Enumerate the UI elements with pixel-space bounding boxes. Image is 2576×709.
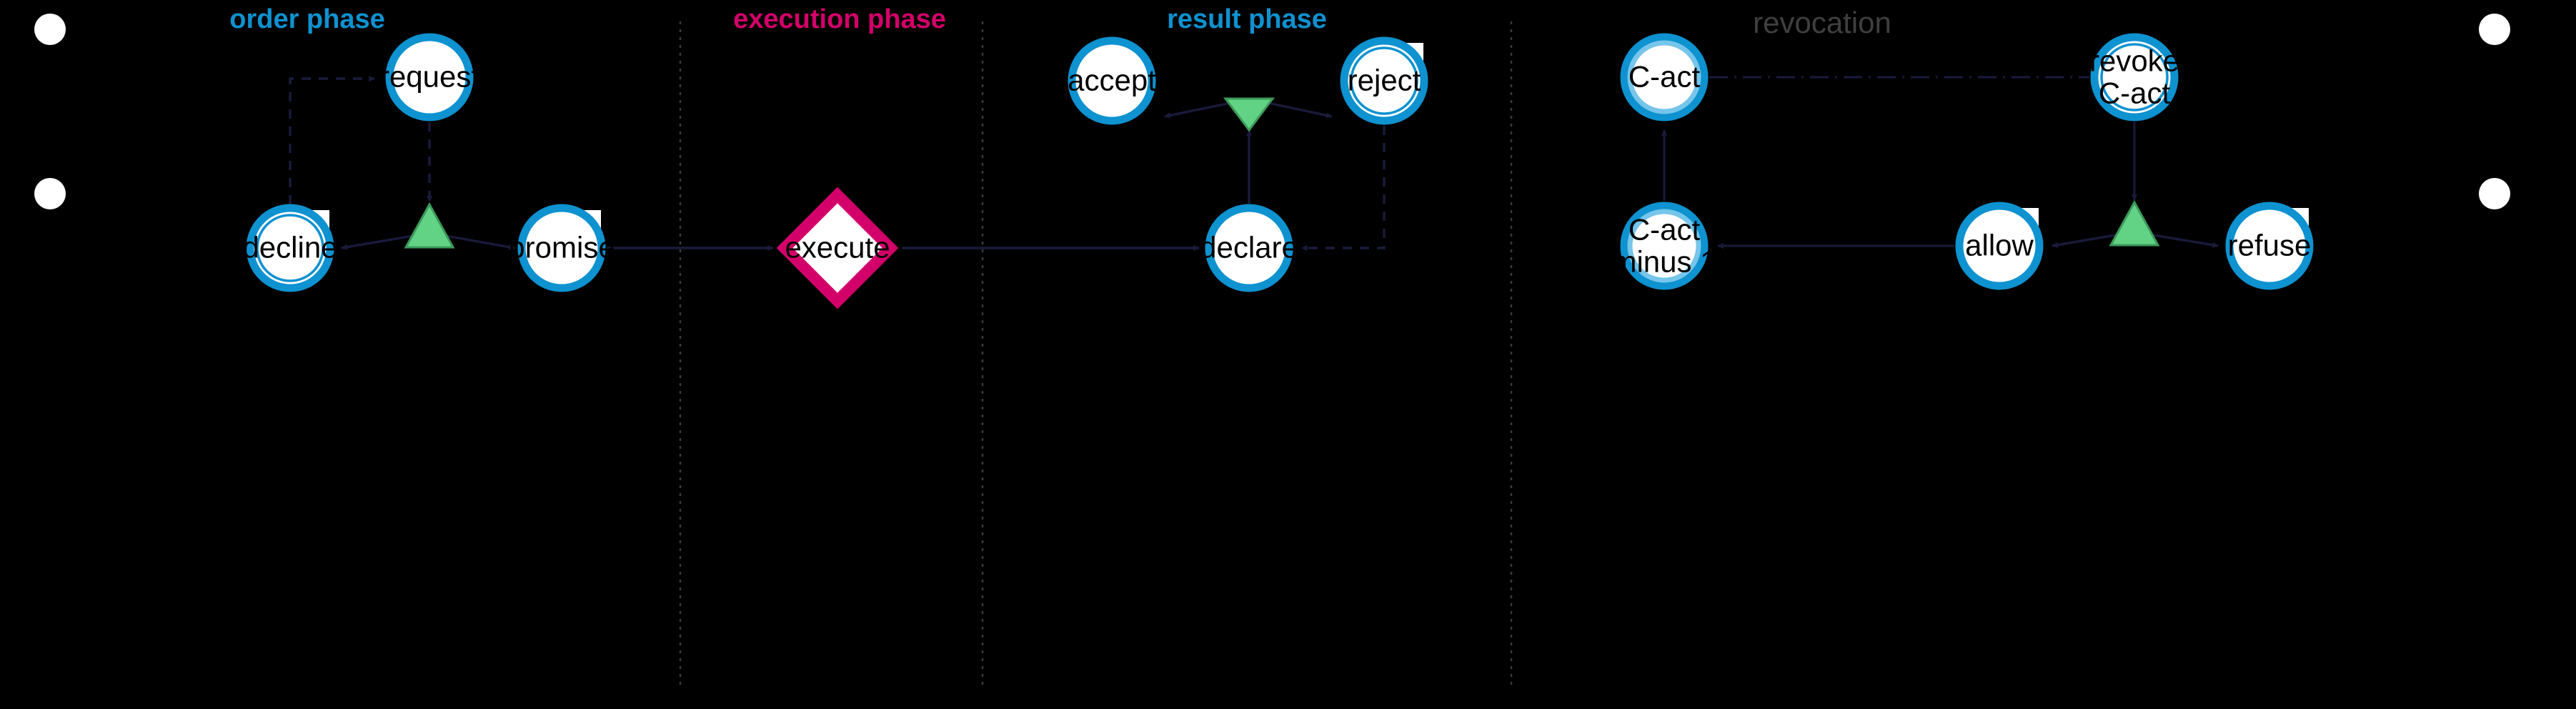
diagram-canvas: order phase execution phase result phase… [0,0,2576,709]
node-promise[interactable] [517,204,606,292]
node-refuse-ring [2225,202,2314,290]
edge-result-split-to-reject [1264,101,1333,119]
phase-label-revocation: revocation [1753,6,1891,39]
edge-revocation-split-to-refuse [2149,233,2219,248]
node-request[interactable] [385,33,474,122]
diagram-svg-layer [34,14,2510,688]
node-accept-ring [1068,36,1156,125]
node-decline-outer-ring [246,204,334,292]
node-reject-outer-ring [1340,36,1428,125]
edge-reject-to-declare [1301,126,1386,252]
node-reject[interactable] [1340,36,1428,125]
actor-dot-top-left [34,14,66,45]
split-marker-order-triangle-up[interactable] [404,202,455,249]
split-marker-revocation-triangle-up[interactable] [2109,199,2160,247]
edge-result-split-to-accept [1164,101,1235,119]
node-promise-ring [517,204,606,292]
node-c-act-outer-ring [1620,33,1709,122]
node-declare[interactable] [1205,204,1293,292]
node-request-ring [385,33,474,122]
node-allow[interactable] [1955,202,2044,290]
node-decline[interactable] [246,204,334,292]
node-accept[interactable] [1068,36,1156,125]
node-execute-diamond [776,187,899,309]
edge-revocation-split-to-allow [2052,233,2120,248]
node-execute[interactable] [776,187,899,309]
node-revoke-c-act[interactable] [2090,33,2179,122]
edge-order-split-to-decline [341,234,414,250]
node-revoke-c-act-outer-ring [2090,33,2179,122]
actor-dot-top-right [2479,14,2510,45]
node-declare-ring [1205,204,1293,292]
phase-label-execution: execution phase [733,4,946,34]
node-refuse[interactable] [2225,202,2314,290]
actor-dot-bottom-left [34,178,66,209]
split-marker-result-triangle-down[interactable] [1223,97,1275,132]
edge-order-split-to-promise [445,234,515,250]
node-c-act-minus-1[interactable] [1620,202,1709,290]
phase-label-order: order phase [229,4,385,34]
edge-decline-to-request [289,75,375,204]
node-c-act[interactable] [1620,33,1709,122]
node-c-act-minus-1-outer-ring [1620,202,1709,290]
nodes [246,33,2314,309]
phase-label-result: result phase [1167,4,1327,34]
actor-dot-bottom-right [2479,178,2510,209]
node-allow-ring [1955,202,2044,290]
